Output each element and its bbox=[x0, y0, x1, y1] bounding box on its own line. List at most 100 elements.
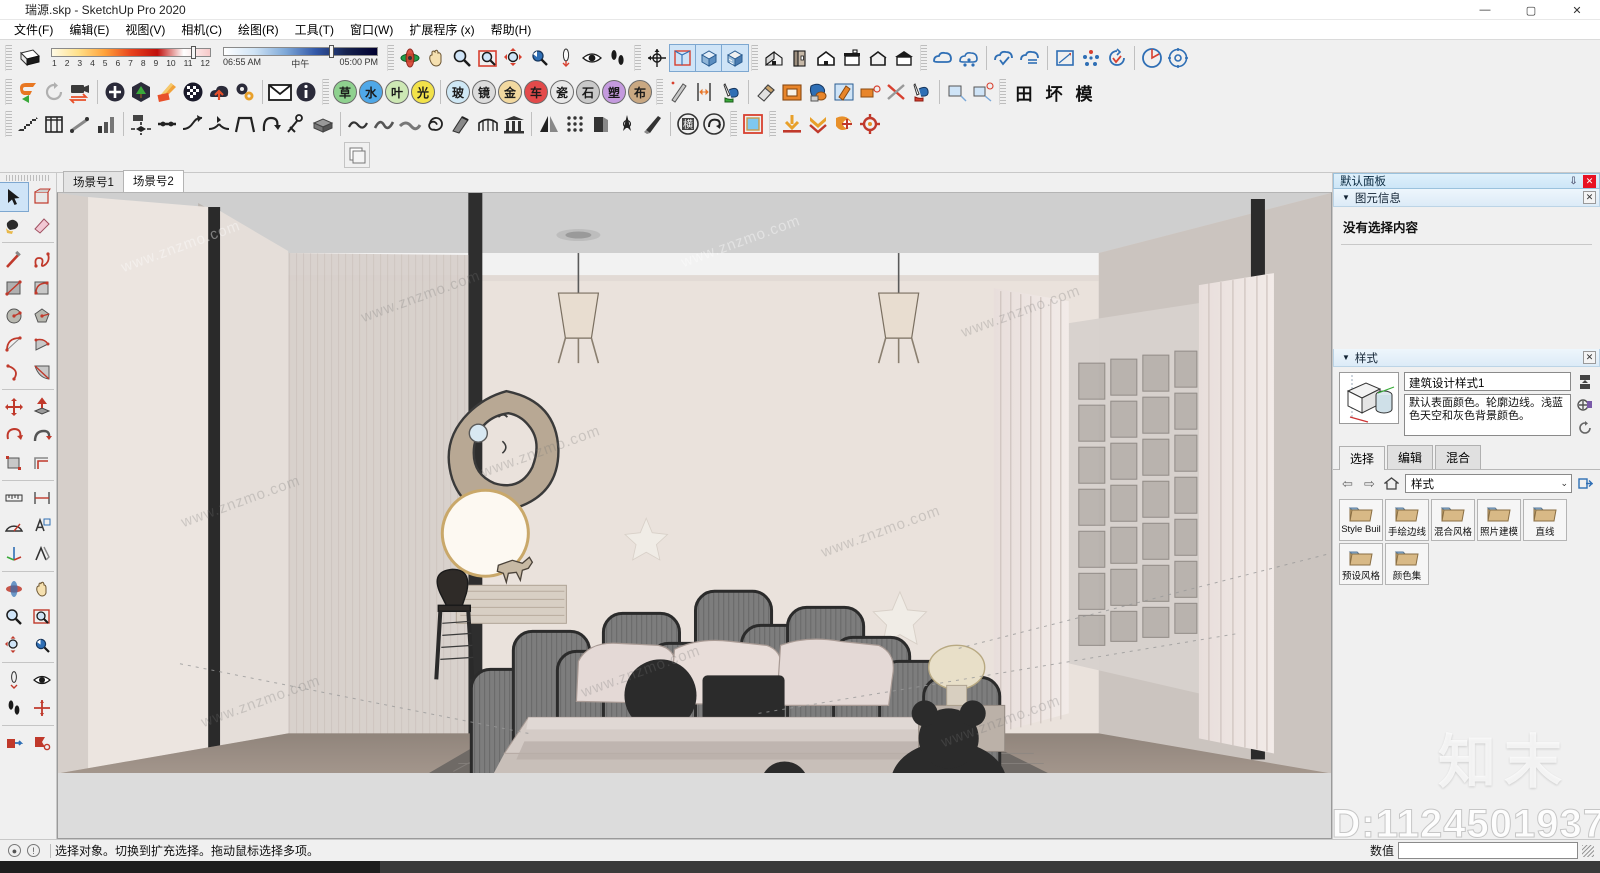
material-cat-stone[interactable]: 石 bbox=[575, 79, 601, 105]
style-name-input[interactable]: 建筑设计样式1 bbox=[1404, 372, 1571, 391]
shadow-settings-icon[interactable] bbox=[15, 45, 45, 71]
render-engine-icon[interactable] bbox=[831, 111, 857, 137]
polygon-tool-icon[interactable] bbox=[28, 302, 56, 330]
mail-icon[interactable] bbox=[267, 79, 293, 105]
toolbar-grip[interactable] bbox=[751, 45, 758, 71]
text-tool-model[interactable]: 模 bbox=[1069, 79, 1099, 105]
style-library-selector[interactable]: 样式 ⌄ bbox=[1405, 474, 1572, 493]
loop-arrow-icon[interactable] bbox=[258, 111, 284, 137]
maximize-button[interactable]: ▢ bbox=[1508, 0, 1554, 20]
material-cat-ceramic[interactable]: 瓷 bbox=[549, 79, 575, 105]
menu-tools[interactable]: 工具(T) bbox=[287, 19, 342, 40]
make-component-icon[interactable] bbox=[28, 183, 56, 211]
material-cat-water[interactable]: 水 bbox=[358, 79, 384, 105]
scene-tab-1[interactable]: 场景号1 bbox=[63, 171, 124, 192]
house-flat-roof-icon[interactable] bbox=[839, 45, 865, 71]
share-cloud-icon[interactable] bbox=[956, 45, 982, 71]
style-thumbnail[interactable] bbox=[1339, 372, 1399, 424]
toolbar-grip[interactable] bbox=[387, 45, 394, 71]
tab-mix[interactable]: 混合 bbox=[1435, 445, 1482, 469]
3point-arc-icon[interactable] bbox=[28, 358, 56, 386]
style-folder[interactable]: 照片建模 bbox=[1477, 499, 1521, 541]
3dtext-tool-icon[interactable] bbox=[28, 540, 56, 568]
section-plane-icon[interactable] bbox=[1052, 45, 1078, 71]
view-style-textured-icon[interactable] bbox=[721, 44, 749, 72]
globe-texture-icon[interactable] bbox=[180, 79, 206, 105]
cleanup-broom-icon[interactable] bbox=[640, 111, 666, 137]
styles-header[interactable]: ▼ 样式 ✕ bbox=[1333, 349, 1600, 367]
material-cat-leaf[interactable]: 叶 bbox=[384, 79, 410, 105]
scene-tab-2[interactable]: 场景号2 bbox=[122, 170, 184, 192]
menu-file[interactable]: 文件(F) bbox=[6, 19, 61, 40]
menu-view[interactable]: 视图(V) bbox=[117, 19, 173, 40]
rotate-tool-icon[interactable] bbox=[0, 421, 28, 449]
line-tool-icon[interactable] bbox=[0, 246, 28, 274]
component-network-icon[interactable] bbox=[1078, 45, 1104, 71]
style-folder[interactable]: 颜色集 bbox=[1385, 543, 1429, 585]
menu-edit[interactable]: 编辑(E) bbox=[61, 19, 117, 40]
pan-icon[interactable] bbox=[423, 45, 449, 71]
style-folder[interactable]: 直线 bbox=[1523, 499, 1567, 541]
dimension-icon[interactable] bbox=[692, 79, 718, 105]
slice-icon[interactable] bbox=[449, 111, 475, 137]
edge-line-icon[interactable] bbox=[666, 79, 692, 105]
cloud-upload-icon[interactable] bbox=[206, 79, 232, 105]
home-icon[interactable] bbox=[1383, 475, 1400, 492]
dimension-tool-icon[interactable] bbox=[28, 484, 56, 512]
toolbar-grip[interactable] bbox=[634, 45, 641, 71]
material-cat-car[interactable]: 车 bbox=[523, 79, 549, 105]
toolbar-grip[interactable] bbox=[730, 111, 737, 137]
material-cat-glass[interactable]: 玻 bbox=[445, 79, 471, 105]
2point-arc-icon[interactable] bbox=[0, 358, 28, 386]
rectangle-tool-icon[interactable] bbox=[0, 274, 28, 302]
entity-info-header[interactable]: ▼ 图元信息 ✕ bbox=[1333, 189, 1600, 207]
style-description[interactable]: 默认表面颜色。轮廓边线。浅蓝色天空和灰色背景颜色。 bbox=[1404, 394, 1571, 436]
paint-bucket-icon[interactable] bbox=[0, 211, 28, 239]
measurements-input[interactable] bbox=[1398, 842, 1578, 859]
model-viewport[interactable]: www.znzmo.com www.znzmo.com www.znzmo.co… bbox=[57, 192, 1332, 839]
wave-line-icon[interactable] bbox=[345, 111, 371, 137]
menu-window[interactable]: 窗口(W) bbox=[342, 19, 401, 40]
sync-check-icon[interactable] bbox=[1104, 45, 1130, 71]
texture-position-icon[interactable] bbox=[831, 79, 857, 105]
toolbar-grip[interactable] bbox=[920, 45, 927, 71]
scale-tool-icon[interactable] bbox=[0, 449, 28, 477]
video-export-icon[interactable] bbox=[67, 79, 93, 105]
text-tool-icon[interactable] bbox=[28, 512, 56, 540]
image-place-icon[interactable] bbox=[944, 79, 970, 105]
styles-close-icon[interactable]: ✕ bbox=[1583, 351, 1596, 364]
arc-tool-icon[interactable] bbox=[0, 330, 28, 358]
info-icon[interactable] bbox=[293, 79, 319, 105]
section-plane-palette-icon[interactable] bbox=[28, 694, 56, 722]
standard-views-icon[interactable] bbox=[644, 45, 670, 71]
toolbar-grip[interactable] bbox=[5, 111, 12, 137]
update-style-icon[interactable] bbox=[1577, 397, 1593, 416]
layers-panel-icon[interactable] bbox=[344, 142, 370, 168]
toolbar-grip[interactable] bbox=[999, 79, 1006, 105]
position-camera-icon[interactable] bbox=[553, 45, 579, 71]
freehand-tool-icon[interactable] bbox=[28, 246, 56, 274]
section-cn-icon[interactable]: 横 bbox=[675, 111, 701, 137]
menu-draw[interactable]: 绘图(R) bbox=[230, 19, 287, 40]
zoom-window-palette-icon[interactable] bbox=[28, 603, 56, 631]
minimize-button[interactable]: — bbox=[1462, 0, 1508, 20]
import-down-icon[interactable] bbox=[779, 111, 805, 137]
rotate-cn-icon[interactable] bbox=[701, 111, 727, 137]
render-settings-icon[interactable] bbox=[857, 111, 883, 137]
house-shaded-icon[interactable] bbox=[761, 45, 787, 71]
browser-icon[interactable] bbox=[1139, 45, 1165, 71]
style-folder[interactable]: 预设风格 bbox=[1339, 543, 1383, 585]
house-solid-roof-icon[interactable] bbox=[891, 45, 917, 71]
walk-icon[interactable] bbox=[605, 45, 631, 71]
render-frame-icon[interactable] bbox=[740, 111, 766, 137]
paint-material-icon[interactable] bbox=[805, 79, 831, 105]
material-cat-fabric[interactable]: 布 bbox=[627, 79, 653, 105]
text-tool-grid[interactable]: 田 bbox=[1009, 79, 1039, 105]
paint-select-icon[interactable] bbox=[909, 79, 935, 105]
walk-palette-icon[interactable] bbox=[0, 694, 28, 722]
look-around-icon[interactable] bbox=[579, 45, 605, 71]
toolbar-grip[interactable] bbox=[5, 45, 12, 71]
material-cat-plastic[interactable]: 塑 bbox=[601, 79, 627, 105]
resize-grip[interactable] bbox=[1582, 844, 1594, 857]
extrude-face-icon[interactable] bbox=[857, 79, 883, 105]
